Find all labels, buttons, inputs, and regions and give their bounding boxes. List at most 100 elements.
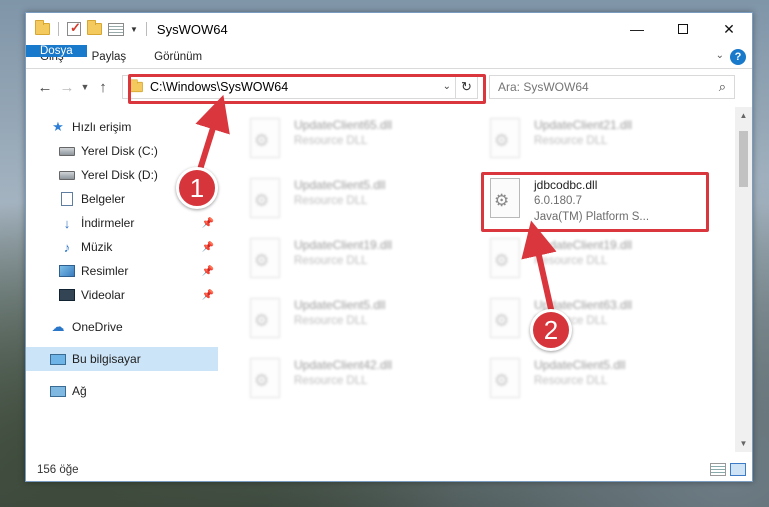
tab-share[interactable]: Paylaş bbox=[78, 45, 141, 68]
address-dropdown-chevron-icon[interactable]: ⌄ bbox=[443, 81, 451, 92]
step-badge-2: 2 bbox=[530, 309, 572, 351]
file-name: jdbcodbc.dll bbox=[534, 178, 598, 192]
search-box[interactable]: ⌕ bbox=[489, 75, 735, 99]
list-item[interactable]: ⚙ UpdateClient19.dll Resource DLL bbox=[248, 237, 392, 281]
toolbar-separator bbox=[58, 22, 59, 36]
scroll-up-arrow-icon[interactable]: ▲ bbox=[735, 107, 752, 124]
sidebar-item-label: Videolar bbox=[81, 288, 125, 302]
sidebar-item-label: Yerel Disk (C:) bbox=[81, 144, 158, 158]
customize-toolbar-chevron-icon[interactable]: ▼ bbox=[130, 25, 138, 34]
file-description: Java(TM) Platform S... bbox=[534, 211, 650, 223]
scroll-down-arrow-icon[interactable]: ▼ bbox=[735, 435, 752, 452]
file-description: Resource DLL bbox=[294, 375, 368, 387]
download-icon: ↓ bbox=[63, 215, 71, 231]
sidebar-item-label: Belgeler bbox=[81, 192, 126, 206]
list-item[interactable]: ⚙ UpdateClient5.dll Resource DLL bbox=[488, 357, 625, 401]
details-view-icon[interactable] bbox=[710, 463, 726, 476]
maximize-button[interactable] bbox=[660, 13, 706, 45]
help-button[interactable]: ? bbox=[730, 49, 746, 65]
item-count: 156 öğe bbox=[37, 464, 79, 476]
dll-file-icon: ⚙ bbox=[248, 117, 284, 161]
address-path[interactable]: C:\Windows\SysWOW64 bbox=[150, 80, 288, 94]
sidebar-item-label: Resimler bbox=[81, 264, 129, 278]
list-item[interactable]: ⚙ UpdateClient19.dll Resource DLL bbox=[488, 237, 632, 281]
sidebar-item-label: Bu bilgisayar bbox=[72, 352, 141, 366]
dll-file-icon: ⚙ bbox=[488, 357, 524, 401]
file-list: ⚙ UpdateClient65.dll Resource DLL ⚙ Updat… bbox=[218, 107, 752, 452]
close-button[interactable]: ✕ bbox=[706, 13, 752, 45]
search-input[interactable] bbox=[498, 80, 698, 94]
list-item[interactable]: ⚙ UpdateClient5.dll Resource DLL bbox=[248, 177, 385, 221]
forward-button[interactable]: → bbox=[56, 79, 78, 96]
tab-file[interactable]: Dosya bbox=[26, 45, 87, 57]
sidebar-item-this-pc[interactable]: Bu bilgisayar bbox=[26, 347, 218, 371]
navigation-pane: ★ Hızlı erişim Yerel Disk (C:) Yerel Dis… bbox=[26, 107, 218, 452]
sidebar-item-label: Hızlı erişim bbox=[72, 120, 132, 134]
sidebar-item-label: Yerel Disk (D:) bbox=[81, 168, 158, 182]
file-description: Resource DLL bbox=[534, 375, 608, 387]
dll-file-icon: ⚙ bbox=[248, 237, 284, 281]
computer-icon bbox=[50, 352, 66, 366]
up-button[interactable]: ↑ bbox=[92, 79, 114, 96]
sidebar-item-network[interactable]: Ağ bbox=[26, 379, 218, 403]
explorer-window: ▼ SysWOW64 — ✕ Dosya Giriş Paylaş Görünü… bbox=[25, 12, 753, 482]
sidebar-item-disk-c[interactable]: Yerel Disk (C:) bbox=[26, 139, 218, 163]
list-item[interactable]: ⚙ UpdateClient21.dll Resource DLL bbox=[488, 117, 632, 161]
highlighted-dll-file[interactable]: ⚙ jdbcodbc.dll 6.0.180.7 Java(TM) Platfo… bbox=[488, 177, 649, 225]
pictures-icon bbox=[59, 264, 75, 278]
dll-file-icon: ⚙ bbox=[248, 297, 284, 341]
videos-icon bbox=[59, 288, 75, 302]
vertical-scrollbar[interactable]: ▲ ▼ bbox=[735, 107, 752, 452]
sidebar-item-downloads[interactable]: ↓ İndirmeler 📌 bbox=[26, 211, 218, 235]
ribbon-tabs: Dosya Giriş Paylaş Görünüm ⌄ ? bbox=[26, 45, 752, 69]
list-item[interactable]: ⚙ UpdateClient65.dll Resource DLL bbox=[248, 117, 392, 161]
step-badge-1: 1 bbox=[176, 167, 218, 209]
file-description: Resource DLL bbox=[534, 135, 608, 147]
dll-file-icon: ⚙ bbox=[488, 177, 524, 221]
pin-icon[interactable]: 📌 bbox=[202, 266, 214, 277]
back-button[interactable]: ← bbox=[34, 79, 56, 96]
file-description: Resource DLL bbox=[534, 255, 608, 267]
file-name: UpdateClient5.dll bbox=[534, 358, 626, 372]
title-bar: ▼ SysWOW64 — ✕ bbox=[26, 13, 752, 45]
sidebar-item-videos[interactable]: Videolar 📌 bbox=[26, 283, 218, 307]
search-icon: ⌕ bbox=[718, 79, 726, 94]
window-title: SysWOW64 bbox=[156, 21, 228, 37]
file-description: Resource DLL bbox=[294, 195, 368, 207]
pin-icon[interactable]: 📌 bbox=[202, 218, 214, 229]
sidebar-item-quick-access[interactable]: ★ Hızlı erişim bbox=[26, 115, 218, 139]
refresh-button[interactable]: ↻ bbox=[455, 76, 477, 98]
pin-icon[interactable]: 📌 bbox=[202, 290, 214, 301]
new-folder-icon[interactable] bbox=[87, 20, 102, 35]
scrollbar-thumb[interactable] bbox=[739, 131, 748, 187]
dll-file-icon: ⚙ bbox=[488, 117, 524, 161]
address-bar[interactable]: C:\Windows\SysWOW64 ⌄ ↻ bbox=[122, 75, 478, 99]
expand-ribbon-chevron-icon[interactable]: ⌄ bbox=[716, 50, 724, 61]
sidebar-item-music[interactable]: ♪ Müzik 📌 bbox=[26, 235, 218, 259]
list-item[interactable]: ⚙ UpdateClient5.dll Resource DLL bbox=[248, 297, 385, 341]
dll-file-icon: ⚙ bbox=[488, 297, 524, 341]
large-icons-view-icon[interactable] bbox=[730, 463, 746, 476]
pin-icon[interactable]: 📌 bbox=[202, 242, 214, 253]
view-toggle bbox=[710, 463, 746, 476]
properties-check-icon[interactable] bbox=[67, 20, 81, 36]
sidebar-item-pictures[interactable]: Resimler 📌 bbox=[26, 259, 218, 283]
file-version: 6.0.180.7 bbox=[534, 195, 582, 207]
sidebar-item-label: Müzik bbox=[81, 240, 113, 254]
tab-view[interactable]: Görünüm bbox=[140, 45, 216, 68]
file-name: UpdateClient5.dll bbox=[294, 178, 386, 192]
recent-locations-chevron-icon[interactable]: ▼ bbox=[78, 82, 92, 92]
dll-file-icon: ⚙ bbox=[248, 357, 284, 401]
view-options-icon[interactable] bbox=[108, 22, 124, 36]
dll-file-icon: ⚙ bbox=[488, 237, 524, 281]
window-controls: — ✕ bbox=[614, 13, 752, 45]
list-item[interactable]: ⚙ UpdateClient42.dll Resource DLL bbox=[248, 357, 392, 401]
folder-icon bbox=[130, 79, 143, 93]
sidebar-item-onedrive[interactable]: ☁ OneDrive bbox=[26, 315, 218, 339]
sidebar-item-label: İndirmeler bbox=[81, 216, 135, 230]
star-icon: ★ bbox=[52, 119, 64, 134]
minimize-button[interactable]: — bbox=[614, 13, 660, 45]
